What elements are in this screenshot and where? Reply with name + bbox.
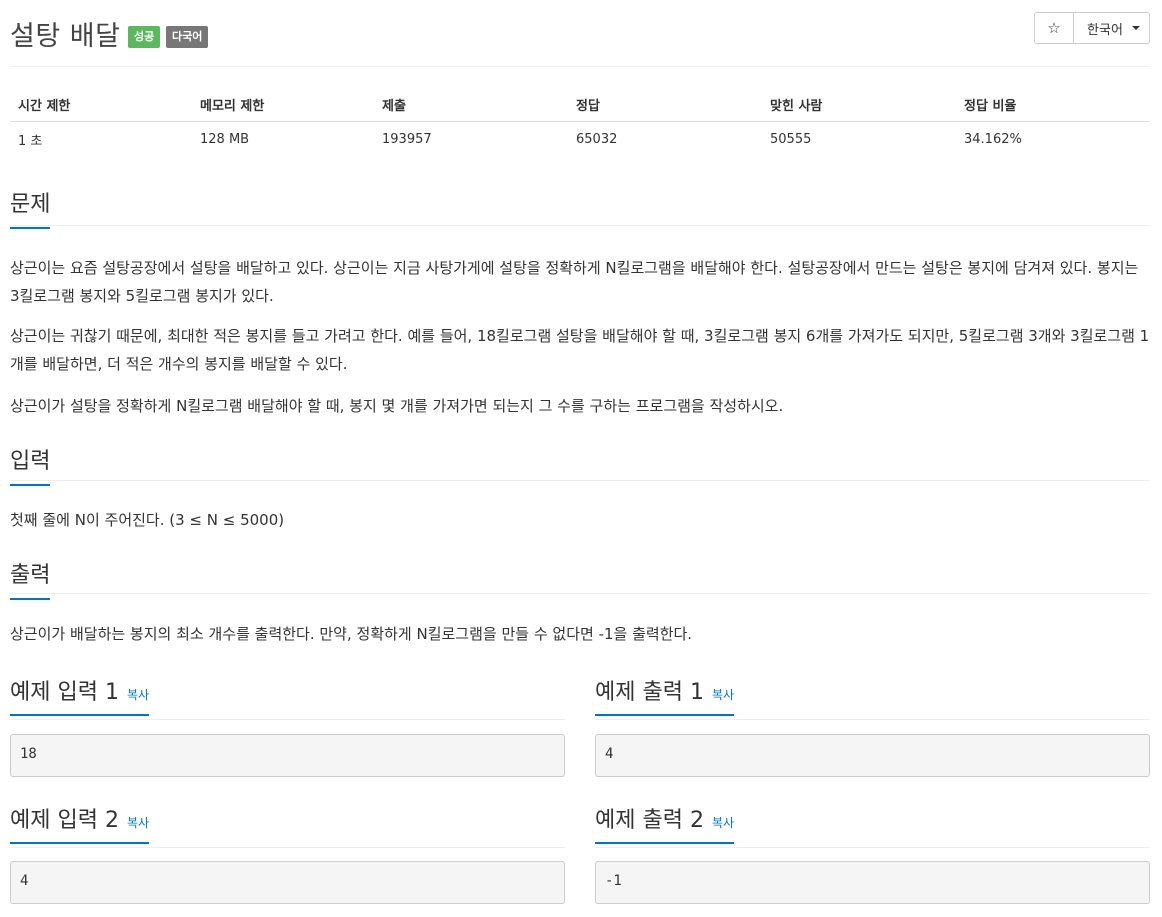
problem-paragraph-2: 상근이는 귀찮기 때문에, 최대한 적은 봉지를 들고 가려고 한다. 예를 들… [10, 327, 1150, 373]
sample-input-1-heading: 예제 입력 1 [10, 680, 119, 705]
problem-title: 설탕 배달 [10, 21, 121, 52]
sample-input-2: 예제 입력 2 복사 4 [10, 802, 565, 904]
header-accepted: 정답 [568, 87, 762, 122]
problem-info-table: 시간 제한 메모리 제한 제출 정답 맞힌 사람 정답 비율 1 초 128 M… [10, 87, 1150, 157]
problem-paragraph-1: 상근이는 요즘 설탕공장에서 설탕을 배달하고 있다. 상근이는 지금 사탕가게… [10, 259, 1139, 305]
header-memory-limit: 메모리 제한 [192, 87, 374, 122]
favorite-button[interactable]: ☆ [1034, 12, 1074, 44]
memory-limit-value: 128 MB [200, 132, 250, 147]
submissions-value: 193957 [382, 132, 432, 147]
sample-input-1-box[interactable]: 18 [10, 734, 565, 777]
sample-output-2: 예제 출력 2 복사 -1 [595, 802, 1150, 904]
sample-input-2-heading: 예제 입력 2 [10, 808, 119, 833]
language-dropdown[interactable]: 한국어 [1074, 12, 1150, 44]
time-limit-value: 1 초 [18, 134, 43, 149]
header-solvers: 맞힌 사람 [762, 87, 956, 122]
sample-output-1-heading: 예제 출력 1 [595, 680, 704, 705]
table-header-row: 시간 제한 메모리 제한 제출 정답 맞힌 사람 정답 비율 [10, 87, 1150, 122]
input-description: 첫째 줄에 N이 주어진다. (3 ≤ N ≤ 5000) [10, 511, 285, 529]
copy-button[interactable]: 복사 [712, 688, 734, 702]
problem-paragraph-3: 상근이가 설탕을 정확하게 N킬로그램 배달해야 할 때, 봉지 몇 개를 가져… [10, 397, 784, 415]
table-row: 1 초 128 MB 193957 65032 50555 34.162% [10, 122, 1150, 158]
problem-heading: 문제 [10, 186, 51, 229]
header-ratio: 정답 비율 [956, 87, 1150, 122]
sample-input-1: 예제 입력 1 복사 18 [10, 674, 565, 777]
header-time-limit: 시간 제한 [10, 87, 192, 122]
output-description: 상근이가 배달하는 봉지의 최소 개수를 출력한다. 만약, 정확하게 N킬로그… [10, 625, 693, 643]
multilang-badge: 다국어 [166, 26, 209, 48]
copy-button[interactable]: 복사 [712, 816, 734, 830]
caret-down-icon [1131, 26, 1140, 30]
success-badge: 성공 [128, 26, 161, 48]
language-label: 한국어 [1087, 22, 1123, 38]
copy-button[interactable]: 복사 [127, 816, 149, 830]
solvers-value: 50555 [770, 132, 812, 147]
toolbar: ☆ 한국어 [1034, 12, 1150, 44]
sample-output-1-box[interactable]: 4 [595, 734, 1150, 777]
accepted-value: 65032 [576, 132, 618, 147]
problem-section-header: 문제 [10, 186, 1150, 229]
sample-input-2-header: 예제 입력 2 복사 [10, 802, 565, 848]
sample-output-1: 예제 출력 1 복사 4 [595, 674, 1150, 777]
sample-output-2-header: 예제 출력 2 복사 [595, 802, 1150, 848]
output-section-header: 출력 [10, 557, 1150, 600]
divider [10, 66, 1150, 67]
sample-input-2-box[interactable]: 4 [10, 861, 565, 904]
sample-output-1-header: 예제 출력 1 복사 [595, 674, 1150, 720]
ratio-value: 34.162% [964, 132, 1022, 147]
header-submissions: 제출 [374, 87, 568, 122]
copy-button[interactable]: 복사 [127, 688, 149, 702]
sample-output-2-heading: 예제 출력 2 [595, 808, 704, 833]
title-row: 설탕 배달 성공 다국어 ☆ 한국어 [10, 12, 1150, 52]
input-section-header: 입력 [10, 443, 1150, 486]
sample-input-1-header: 예제 입력 1 복사 [10, 674, 565, 720]
star-icon: ☆ [1047, 19, 1061, 37]
sample-output-2-box[interactable]: -1 [595, 861, 1150, 904]
